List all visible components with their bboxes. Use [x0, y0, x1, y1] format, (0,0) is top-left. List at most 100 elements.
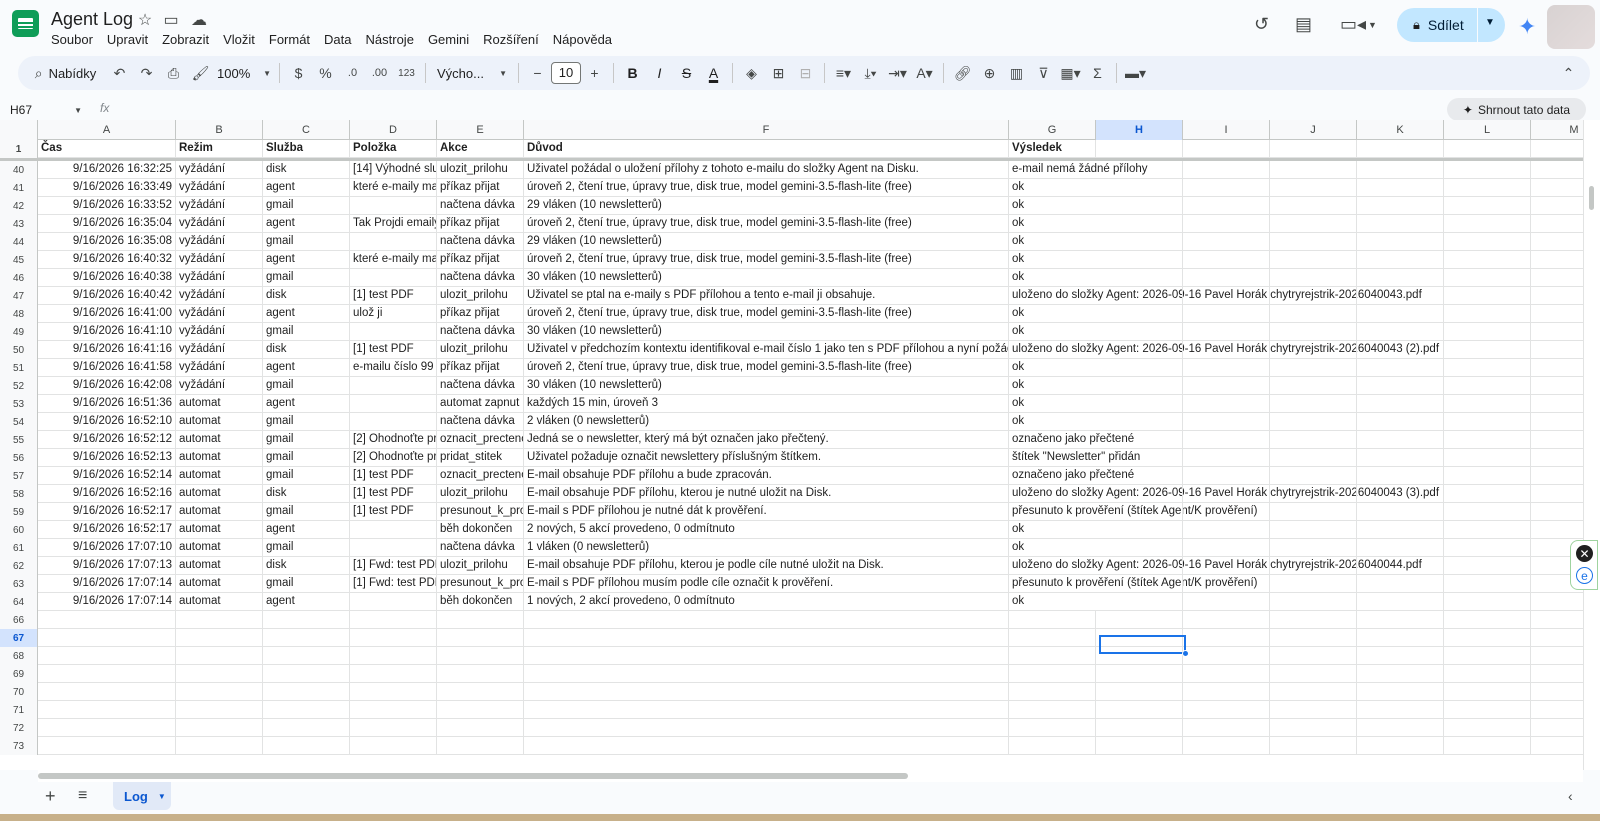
- row-header[interactable]: 62: [0, 557, 38, 575]
- extension-e-icon[interactable]: e: [1576, 567, 1593, 584]
- row-header[interactable]: 45: [0, 251, 38, 269]
- frozen-row-divider[interactable]: [0, 158, 1583, 161]
- cell[interactable]: [1270, 413, 1357, 430]
- cell[interactable]: ok: [1009, 197, 1096, 214]
- cell[interactable]: štítek "Newsletter" přidán: [1009, 449, 1140, 466]
- italic-button[interactable]: I: [646, 59, 673, 87]
- row-header[interactable]: 1: [0, 140, 38, 158]
- cell[interactable]: načtena dávka: [437, 269, 524, 286]
- row-header[interactable]: 50: [0, 341, 38, 359]
- cell[interactable]: Uživatel se ptal na e-maily s PDF příloh…: [524, 287, 1009, 304]
- cell[interactable]: [263, 629, 350, 646]
- cell[interactable]: 9/16/2026 16:40:32: [38, 251, 176, 268]
- summarize-data-button[interactable]: ✦ Shrnout tato data: [1447, 98, 1586, 121]
- cell[interactable]: [1444, 377, 1531, 394]
- cell[interactable]: [1] test PDF: [350, 467, 437, 484]
- font-family-select[interactable]: Výcho... ▼: [431, 59, 513, 87]
- row-header[interactable]: 51: [0, 359, 38, 377]
- cell[interactable]: uloženo do složky Agent: 2026-09-16 Pave…: [1009, 485, 1439, 502]
- cell[interactable]: gmail: [263, 431, 350, 448]
- bold-button[interactable]: B: [619, 59, 646, 87]
- cell[interactable]: 9/16/2026 16:35:04: [38, 215, 176, 232]
- cell[interactable]: příkaz přijat: [437, 251, 524, 268]
- cell[interactable]: 9/16/2026 16:33:49: [38, 179, 176, 196]
- paint-format-icon[interactable]: 🖌︎: [187, 59, 214, 87]
- cell[interactable]: automat: [176, 539, 263, 556]
- cell[interactable]: [1531, 269, 1583, 286]
- menu-item[interactable]: Upravit: [100, 30, 155, 49]
- cell[interactable]: [38, 701, 176, 718]
- cell[interactable]: [1183, 140, 1270, 157]
- cell[interactable]: [1183, 377, 1270, 394]
- cell[interactable]: [2] Ohodnoťte pr: [350, 431, 437, 448]
- column-header[interactable]: D: [350, 120, 437, 140]
- cell[interactable]: [1096, 593, 1183, 610]
- horizontal-align-icon[interactable]: ≡▾: [830, 59, 857, 87]
- cell[interactable]: [1357, 449, 1444, 466]
- cell[interactable]: [1183, 305, 1270, 322]
- menu-item[interactable]: Vložit: [216, 30, 262, 49]
- column-header[interactable]: H: [1096, 120, 1183, 140]
- selected-cell[interactable]: [1099, 635, 1186, 654]
- cell[interactable]: [1531, 503, 1583, 520]
- cell[interactable]: disk: [263, 485, 350, 502]
- increase-decimal-button[interactable]: .00: [366, 59, 393, 87]
- cell[interactable]: automat: [176, 503, 263, 520]
- cell[interactable]: [437, 611, 524, 628]
- row-header[interactable]: 48: [0, 305, 38, 323]
- cell[interactable]: 30 vláken (10 newsletterů): [524, 377, 1009, 394]
- cell[interactable]: [524, 629, 1009, 646]
- cell[interactable]: gmail: [263, 323, 350, 340]
- cell[interactable]: [1183, 701, 1270, 718]
- cell[interactable]: [1270, 539, 1357, 556]
- cell[interactable]: [1531, 215, 1583, 232]
- cell[interactable]: úroveň 2, čtení true, úpravy true, disk …: [524, 251, 1009, 268]
- cell[interactable]: Položka: [350, 140, 437, 157]
- cell[interactable]: vyžádání: [176, 179, 263, 196]
- close-circle-icon[interactable]: ✕: [1576, 545, 1593, 562]
- cell[interactable]: 29 vláken (10 newsletterů): [524, 197, 1009, 214]
- cell[interactable]: Výsledek: [1009, 140, 1096, 157]
- cell[interactable]: [1357, 647, 1444, 664]
- cell[interactable]: [1444, 503, 1531, 520]
- cell[interactable]: [1096, 215, 1183, 232]
- cell[interactable]: [1531, 521, 1583, 538]
- cell[interactable]: úroveň 2, čtení true, úpravy true, disk …: [524, 305, 1009, 322]
- cell[interactable]: [1183, 323, 1270, 340]
- cell[interactable]: [1270, 593, 1357, 610]
- cell[interactable]: uloženo do složky Agent: 2026-09-16 Pave…: [1009, 341, 1439, 358]
- cell[interactable]: [1096, 269, 1183, 286]
- cell[interactable]: automat: [176, 575, 263, 592]
- cell[interactable]: běh dokončen: [437, 521, 524, 538]
- cell[interactable]: příkaz přijat: [437, 305, 524, 322]
- cell[interactable]: [350, 719, 437, 736]
- row-header[interactable]: 57: [0, 467, 38, 485]
- cell[interactable]: [1357, 305, 1444, 322]
- undo-icon[interactable]: ↶: [106, 59, 133, 87]
- cell[interactable]: ok: [1009, 359, 1096, 376]
- cell[interactable]: [1183, 197, 1270, 214]
- cell[interactable]: vyžádání: [176, 305, 263, 322]
- cell[interactable]: [1444, 683, 1531, 700]
- row-header[interactable]: 69: [0, 665, 38, 683]
- cell[interactable]: [1183, 395, 1270, 412]
- cell[interactable]: ok: [1009, 251, 1096, 268]
- cell[interactable]: [437, 683, 524, 700]
- cell[interactable]: [1096, 467, 1183, 484]
- cell[interactable]: [1270, 629, 1357, 646]
- cell[interactable]: přesunuto k prověření (štítek Agent/K pr…: [1009, 575, 1257, 592]
- cell[interactable]: [1357, 575, 1444, 592]
- cell[interactable]: [1444, 557, 1531, 574]
- cell[interactable]: [1270, 611, 1357, 628]
- cell[interactable]: vyžádání: [176, 161, 263, 178]
- cell[interactable]: načtena dávka: [437, 233, 524, 250]
- cell[interactable]: [1270, 377, 1357, 394]
- cell[interactable]: [176, 665, 263, 682]
- cell[interactable]: Služba: [263, 140, 350, 157]
- cell[interactable]: [1357, 395, 1444, 412]
- cell[interactable]: [1531, 485, 1583, 502]
- cell[interactable]: [1444, 395, 1531, 412]
- cell[interactable]: 1 nových, 2 akcí provedeno, 0 odmítnuto: [524, 593, 1009, 610]
- cell[interactable]: [263, 737, 350, 754]
- cell[interactable]: běh dokončen: [437, 593, 524, 610]
